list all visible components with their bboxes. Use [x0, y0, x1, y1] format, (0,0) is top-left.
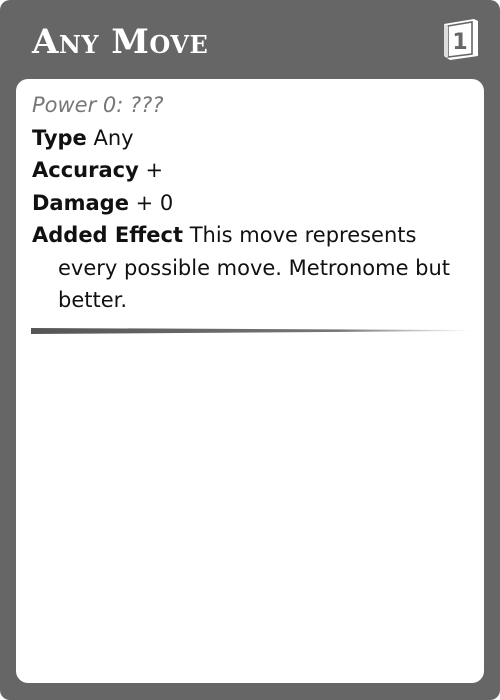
- added-effect-line: Added Effect This move represents every …: [32, 219, 468, 317]
- damage-line: Damage + 0: [32, 187, 468, 220]
- damage-value: + 0: [135, 190, 174, 215]
- power-line: Power 0: ???: [32, 93, 164, 117]
- damage-label: Damage: [32, 190, 129, 215]
- card-body: Power 0: ??? Type Any Accuracy + Damage …: [16, 79, 484, 683]
- type-value: Any: [93, 125, 134, 150]
- accuracy-line: Accuracy +: [32, 154, 468, 187]
- level-number: 1: [452, 30, 467, 55]
- book-level-icon: 1: [444, 19, 478, 60]
- card-content: Power 0: ??? Type Any Accuracy + Damage …: [32, 89, 468, 317]
- accuracy-value: +: [145, 158, 164, 182]
- type-line: Type Any: [32, 122, 468, 155]
- divider: [31, 328, 471, 334]
- accuracy-label: Accuracy: [32, 158, 139, 182]
- added-effect-label: Added Effect: [32, 223, 183, 247]
- move-card: Any Move 1 Power 0: ??? Type Any Accurac…: [0, 0, 500, 700]
- card-title: Any Move: [32, 22, 209, 62]
- type-label: Type: [32, 125, 87, 150]
